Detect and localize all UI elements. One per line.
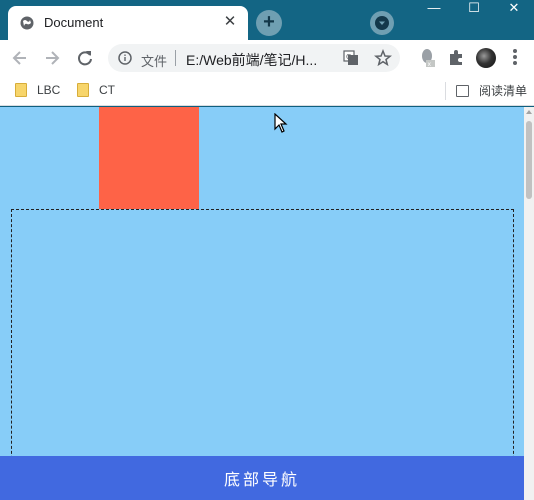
star-icon[interactable] <box>374 49 392 67</box>
reading-list-label: 阅读清单 <box>479 84 528 98</box>
forward-arrow-icon[interactable] <box>42 48 62 68</box>
bookmark-label: LBC <box>37 83 61 97</box>
mouse-cursor-icon <box>274 113 288 133</box>
page-viewport: 底部导航 <box>0 107 524 500</box>
bookmark-label: CT <box>99 83 115 97</box>
tab-search-button[interactable] <box>370 11 394 35</box>
globe-icon <box>20 16 34 30</box>
extension-icon[interactable]: x <box>418 48 438 68</box>
bookmark-lbc[interactable]: LBC <box>15 83 60 97</box>
address-bar[interactable]: 文件 E:/Web前端/笔记/H... G <box>108 44 400 72</box>
reload-icon[interactable] <box>75 48 95 68</box>
svg-text:x: x <box>428 61 432 68</box>
dashed-container <box>11 209 514 469</box>
url-text[interactable]: E:/Web前端/笔记/H... <box>186 50 317 70</box>
close-window-button[interactable]: ✕ <box>494 0 534 18</box>
folder-icon <box>77 83 89 97</box>
red-box <box>99 107 199 209</box>
more-menu-icon[interactable] <box>513 49 517 67</box>
title-bar: Document ✕ + — ☐ ✕ <box>0 0 534 40</box>
bookmark-ct[interactable]: CT <box>77 83 115 97</box>
bookmarks-bar: LBC CT 阅读清单 <box>0 76 534 106</box>
security-label: 文件 <box>141 54 168 69</box>
footer-nav[interactable]: 底部导航 <box>0 456 524 500</box>
avatar[interactable] <box>476 48 496 68</box>
puzzle-icon[interactable] <box>446 48 466 68</box>
tab-close-icon[interactable]: ✕ <box>222 14 238 30</box>
scrollbar-thumb[interactable] <box>526 121 532 199</box>
info-icon[interactable] <box>118 51 132 65</box>
browser-tab[interactable]: Document ✕ <box>8 6 248 40</box>
new-tab-button[interactable]: + <box>256 10 282 36</box>
folder-icon <box>15 83 27 97</box>
scroll-up-icon[interactable] <box>526 110 532 114</box>
svg-text:G: G <box>346 53 351 61</box>
divider <box>175 50 176 66</box>
maximize-button[interactable]: ☐ <box>454 0 494 18</box>
reading-list-icon <box>456 84 469 97</box>
tab-title: Document <box>44 15 104 30</box>
back-arrow-icon[interactable] <box>10 48 30 68</box>
reading-list-button[interactable]: 阅读清单 <box>456 82 527 99</box>
browser-toolbar: 文件 E:/Web前端/笔记/H... G x <box>0 40 534 76</box>
divider <box>445 82 446 100</box>
minimize-button[interactable]: — <box>414 0 454 18</box>
translate-icon[interactable]: G <box>343 50 359 66</box>
chevron-down-icon <box>375 16 389 30</box>
scrollbar[interactable] <box>524 107 534 500</box>
